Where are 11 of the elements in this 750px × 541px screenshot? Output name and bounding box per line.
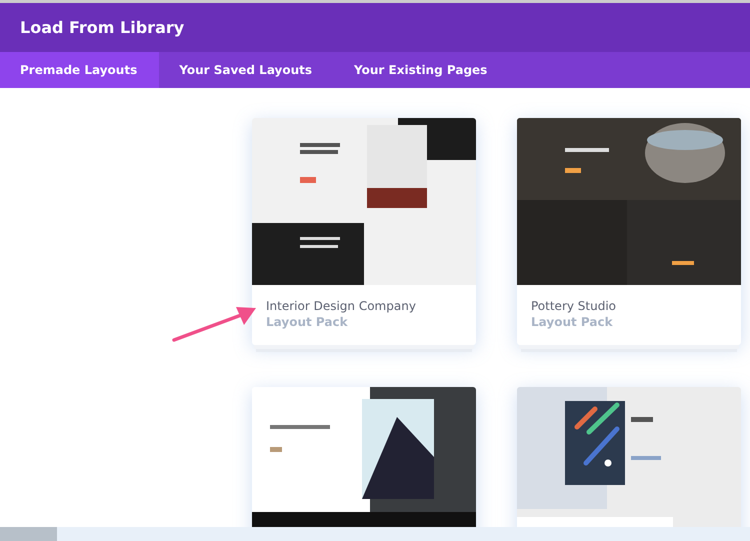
- window-title: Load From Library: [20, 18, 184, 37]
- layout-type: Layout Pack: [531, 315, 614, 329]
- tab[interactable]: Your Existing Pages: [334, 52, 510, 88]
- tab[interactable]: Premade Layouts: [0, 52, 160, 88]
- layout-card[interactable]: Interior Design Company Layout Pack: [252, 118, 476, 345]
- layout-name: Interior Design Company: [266, 299, 417, 313]
- scrollbar-thumb[interactable]: [0, 527, 57, 541]
- tab[interactable]: Your Saved Layouts: [159, 52, 334, 88]
- layout-type: Layout Pack: [266, 315, 349, 329]
- layout-card[interactable]: Pottery Studio Layout Pack: [517, 118, 741, 345]
- layout-name: Pottery Studio: [531, 299, 618, 313]
